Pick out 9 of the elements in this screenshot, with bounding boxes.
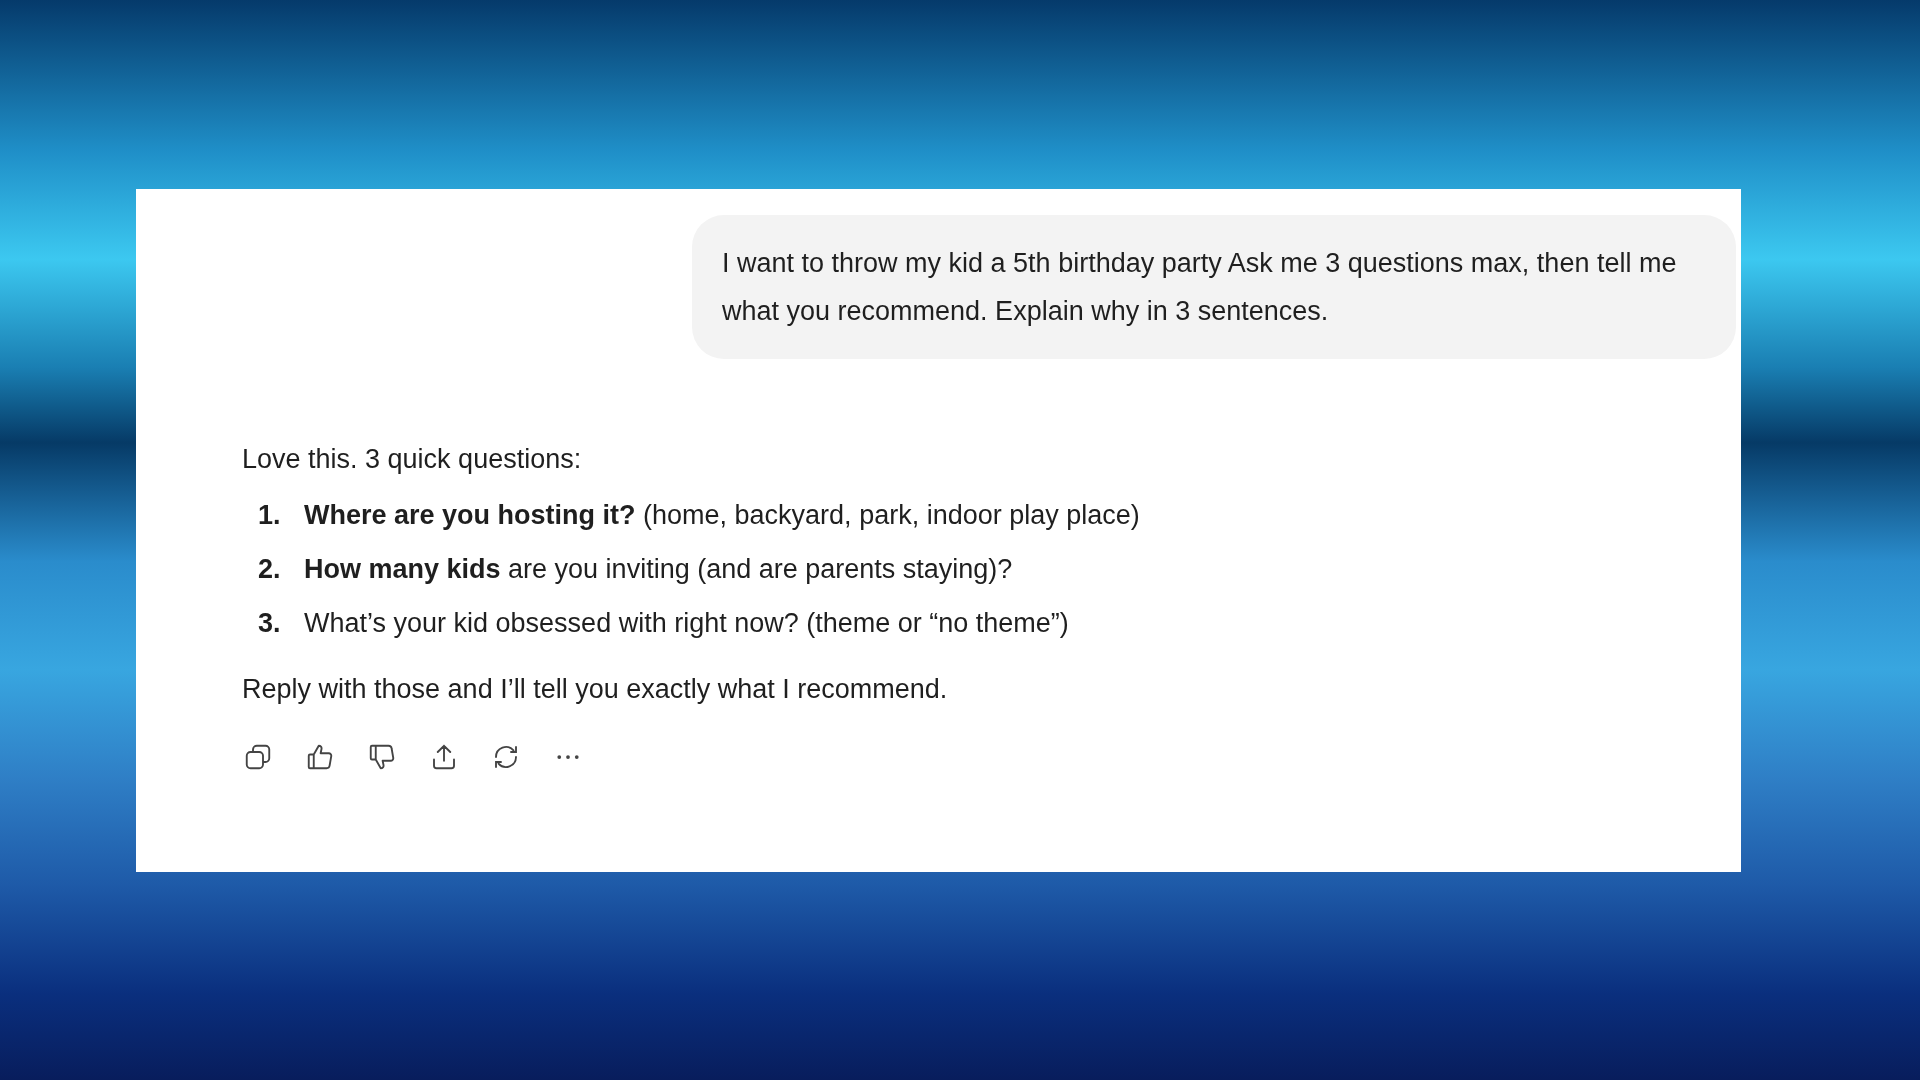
question-text: Where are you hosting it? (home, backyard, park, indoor play place) <box>304 499 1140 532</box>
question-text: What’s your kid obsessed with right now? (theme or “no theme”) <box>304 607 1069 640</box>
list-number: 1. <box>257 499 282 532</box>
assistant-text: Reply with those and I’ll tell you exactly what I recommend. <box>242 673 949 706</box>
user-message: I want to throw my kid a 5th birthday party Ask me 3 questions max, then tell me what you recommend. Explain why in 3 sentences. <box>692 215 1736 359</box>
list-number: 3. <box>257 607 282 640</box>
assistant-text: Love this. 3 quick questions: <box>242 443 583 476</box>
list-number: 2. <box>257 553 282 586</box>
question-text: How many kids are you inviting (and are parents staying)? <box>304 553 1013 586</box>
